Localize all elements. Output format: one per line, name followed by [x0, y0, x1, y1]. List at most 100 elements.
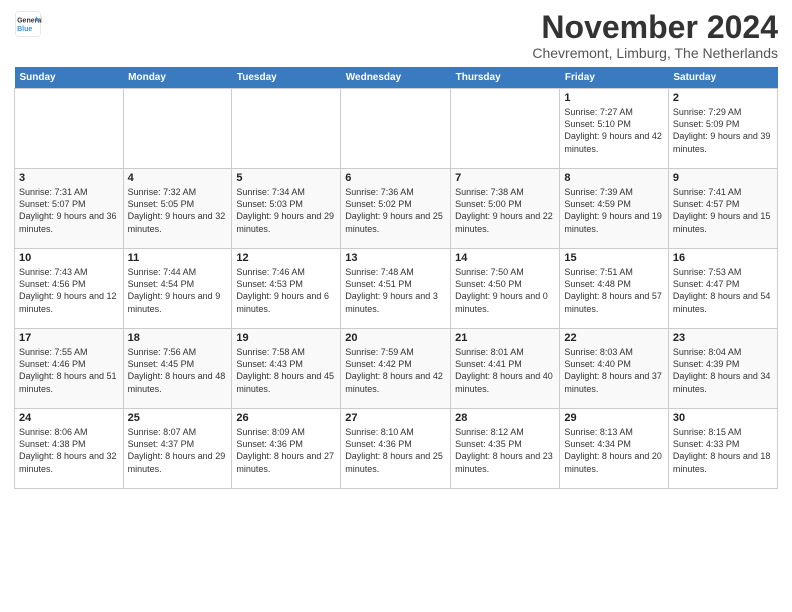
title-block: November 2024 Chevremont, Limburg, The N…	[532, 10, 778, 61]
day-number: 24	[19, 412, 119, 424]
col-thursday: Thursday	[451, 67, 560, 89]
day-info: Sunrise: 7:53 AM Sunset: 4:47 PM Dayligh…	[673, 266, 773, 315]
day-number: 11	[128, 252, 228, 264]
day-info: Sunrise: 8:12 AM Sunset: 4:35 PM Dayligh…	[455, 426, 555, 475]
day-number: 2	[673, 92, 773, 104]
cell-1-0: 3Sunrise: 7:31 AM Sunset: 5:07 PM Daylig…	[15, 169, 124, 249]
day-info: Sunrise: 7:51 AM Sunset: 4:48 PM Dayligh…	[564, 266, 664, 315]
day-number: 13	[345, 252, 446, 264]
day-info: Sunrise: 7:50 AM Sunset: 4:50 PM Dayligh…	[455, 266, 555, 315]
day-info: Sunrise: 7:32 AM Sunset: 5:05 PM Dayligh…	[128, 186, 228, 235]
col-wednesday: Wednesday	[341, 67, 451, 89]
col-monday: Monday	[123, 67, 232, 89]
cell-2-6: 16 Sunrise: 7:53 AM Sunset: 4:47 PM Dayli…	[668, 249, 777, 329]
day-number: 5	[236, 172, 336, 184]
cell-1-2: 5 Sunrise: 7:34 AM Sunset: 5:03 PM Daylig…	[232, 169, 341, 249]
week-row-1: 1Sunrise: 7:27 AM Sunset: 5:10 PM Daylig…	[15, 89, 778, 169]
month-title: November 2024	[532, 10, 778, 45]
cell-1-1: 4 Sunrise: 7:32 AM Sunset: 5:05 PM Daylig…	[123, 169, 232, 249]
col-friday: Friday	[560, 67, 669, 89]
day-info: Sunrise: 7:56 AM Sunset: 4:45 PM Dayligh…	[128, 346, 228, 395]
logo: General Blue	[14, 10, 42, 38]
day-number: 15	[564, 252, 664, 264]
week-row-3: 10Sunrise: 7:43 AM Sunset: 4:56 PM Dayli…	[15, 249, 778, 329]
day-info: Sunrise: 8:07 AM Sunset: 4:37 PM Dayligh…	[128, 426, 228, 475]
day-number: 7	[455, 172, 555, 184]
header-row: Sunday Monday Tuesday Wednesday Thursday…	[15, 67, 778, 89]
cell-3-1: 18 Sunrise: 7:56 AM Sunset: 4:45 PM Dayli…	[123, 329, 232, 409]
header: General Blue November 2024 Chevremont, L…	[14, 10, 778, 61]
day-info: Sunrise: 7:34 AM Sunset: 5:03 PM Dayligh…	[236, 186, 336, 235]
week-row-2: 3Sunrise: 7:31 AM Sunset: 5:07 PM Daylig…	[15, 169, 778, 249]
col-tuesday: Tuesday	[232, 67, 341, 89]
svg-text:General: General	[17, 17, 42, 24]
page: General Blue November 2024 Chevremont, L…	[0, 0, 792, 495]
calendar-table: Sunday Monday Tuesday Wednesday Thursday…	[14, 67, 778, 489]
day-info: Sunrise: 7:48 AM Sunset: 4:51 PM Dayligh…	[345, 266, 446, 315]
cell-4-0: 24 Sunrise: 8:06 AM Sunset: 4:38 PM Dayli…	[15, 409, 124, 489]
cell-4-4: 28Sunrise: 8:12 AM Sunset: 4:35 PM Dayli…	[451, 409, 560, 489]
cell-2-1: 11 Sunrise: 7:44 AM Sunset: 4:54 PM Dayli…	[123, 249, 232, 329]
day-number: 1	[564, 92, 664, 104]
day-number: 21	[455, 332, 555, 344]
cell-3-5: 22 Sunrise: 8:03 AM Sunset: 4:40 PM Dayli…	[560, 329, 669, 409]
day-info: Sunrise: 8:09 AM Sunset: 4:36 PM Dayligh…	[236, 426, 336, 475]
cell-4-3: 27Sunrise: 8:10 AM Sunset: 4:36 PM Dayli…	[341, 409, 451, 489]
day-info: Sunrise: 8:15 AM Sunset: 4:33 PM Dayligh…	[673, 426, 773, 475]
cell-2-0: 10Sunrise: 7:43 AM Sunset: 4:56 PM Dayli…	[15, 249, 124, 329]
cell-1-4: 7 Sunrise: 7:38 AM Sunset: 5:00 PM Daylig…	[451, 169, 560, 249]
col-sunday: Sunday	[15, 67, 124, 89]
day-info: Sunrise: 7:44 AM Sunset: 4:54 PM Dayligh…	[128, 266, 228, 315]
cell-3-4: 21Sunrise: 8:01 AM Sunset: 4:41 PM Dayli…	[451, 329, 560, 409]
cell-2-4: 14 Sunrise: 7:50 AM Sunset: 4:50 PM Dayli…	[451, 249, 560, 329]
day-number: 22	[564, 332, 664, 344]
day-info: Sunrise: 7:43 AM Sunset: 4:56 PM Dayligh…	[19, 266, 119, 315]
cell-2-5: 15 Sunrise: 7:51 AM Sunset: 4:48 PM Dayli…	[560, 249, 669, 329]
day-info: Sunrise: 7:29 AM Sunset: 5:09 PM Dayligh…	[673, 106, 773, 155]
day-info: Sunrise: 7:41 AM Sunset: 4:57 PM Dayligh…	[673, 186, 773, 235]
day-number: 6	[345, 172, 446, 184]
day-number: 18	[128, 332, 228, 344]
day-info: Sunrise: 7:31 AM Sunset: 5:07 PM Dayligh…	[19, 186, 119, 235]
location-title: Chevremont, Limburg, The Netherlands	[532, 45, 778, 61]
day-number: 9	[673, 172, 773, 184]
day-number: 23	[673, 332, 773, 344]
day-info: Sunrise: 7:36 AM Sunset: 5:02 PM Dayligh…	[345, 186, 446, 235]
day-info: Sunrise: 7:55 AM Sunset: 4:46 PM Dayligh…	[19, 346, 119, 395]
cell-3-0: 17 Sunrise: 7:55 AM Sunset: 4:46 PM Dayli…	[15, 329, 124, 409]
week-row-5: 24 Sunrise: 8:06 AM Sunset: 4:38 PM Dayli…	[15, 409, 778, 489]
day-number: 4	[128, 172, 228, 184]
day-info: Sunrise: 8:04 AM Sunset: 4:39 PM Dayligh…	[673, 346, 773, 395]
day-info: Sunrise: 8:10 AM Sunset: 4:36 PM Dayligh…	[345, 426, 446, 475]
day-info: Sunrise: 7:38 AM Sunset: 5:00 PM Dayligh…	[455, 186, 555, 235]
day-info: Sunrise: 8:06 AM Sunset: 4:38 PM Dayligh…	[19, 426, 119, 475]
day-number: 14	[455, 252, 555, 264]
day-info: Sunrise: 8:13 AM Sunset: 4:34 PM Dayligh…	[564, 426, 664, 475]
cell-0-3	[341, 89, 451, 169]
day-number: 30	[673, 412, 773, 424]
day-number: 17	[19, 332, 119, 344]
day-info: Sunrise: 8:03 AM Sunset: 4:40 PM Dayligh…	[564, 346, 664, 395]
cell-1-6: 9 Sunrise: 7:41 AM Sunset: 4:57 PM Daylig…	[668, 169, 777, 249]
cell-0-0	[15, 89, 124, 169]
cell-0-4	[451, 89, 560, 169]
cell-0-5: 1Sunrise: 7:27 AM Sunset: 5:10 PM Daylig…	[560, 89, 669, 169]
cell-3-3: 20Sunrise: 7:59 AM Sunset: 4:42 PM Dayli…	[341, 329, 451, 409]
cell-1-3: 6 Sunrise: 7:36 AM Sunset: 5:02 PM Daylig…	[341, 169, 451, 249]
cell-0-6: 2 Sunrise: 7:29 AM Sunset: 5:09 PM Daylig…	[668, 89, 777, 169]
day-number: 16	[673, 252, 773, 264]
cell-2-2: 12Sunrise: 7:46 AM Sunset: 4:53 PM Dayli…	[232, 249, 341, 329]
day-number: 12	[236, 252, 336, 264]
cell-4-2: 26Sunrise: 8:09 AM Sunset: 4:36 PM Dayli…	[232, 409, 341, 489]
day-info: Sunrise: 7:59 AM Sunset: 4:42 PM Dayligh…	[345, 346, 446, 395]
cell-3-6: 23 Sunrise: 8:04 AM Sunset: 4:39 PM Dayli…	[668, 329, 777, 409]
col-saturday: Saturday	[668, 67, 777, 89]
week-row-4: 17 Sunrise: 7:55 AM Sunset: 4:46 PM Dayli…	[15, 329, 778, 409]
day-info: Sunrise: 7:58 AM Sunset: 4:43 PM Dayligh…	[236, 346, 336, 395]
day-number: 19	[236, 332, 336, 344]
cell-4-5: 29 Sunrise: 8:13 AM Sunset: 4:34 PM Dayli…	[560, 409, 669, 489]
day-number: 25	[128, 412, 228, 424]
cell-1-5: 8Sunrise: 7:39 AM Sunset: 4:59 PM Daylig…	[560, 169, 669, 249]
cell-2-3: 13 Sunrise: 7:48 AM Sunset: 4:51 PM Dayli…	[341, 249, 451, 329]
day-number: 29	[564, 412, 664, 424]
